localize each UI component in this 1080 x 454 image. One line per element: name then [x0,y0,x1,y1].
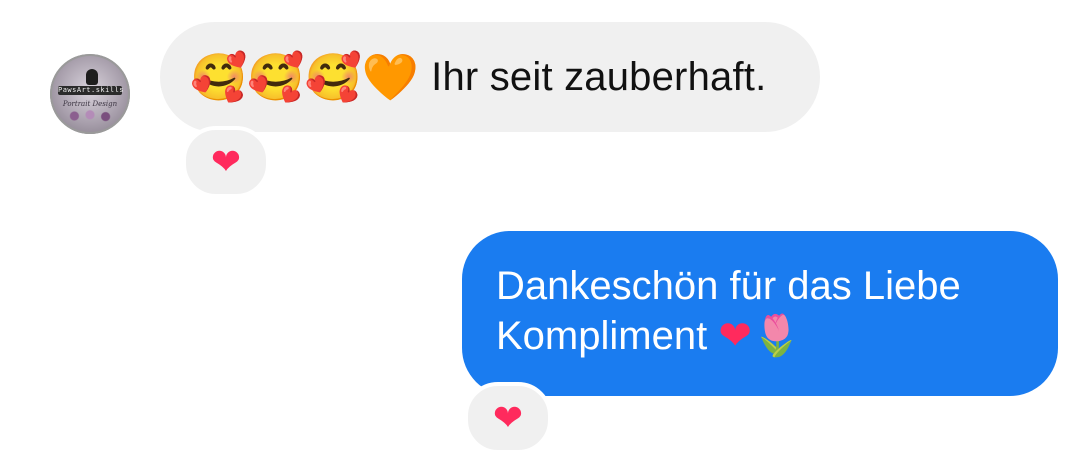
incoming-emoji-row: 🥰 🥰 🥰 🧡 [190,54,419,100]
incoming-reaction-badge[interactable]: ❤ [182,126,270,198]
outgoing-message-bubble[interactable]: Dankeschön für das Liebe Kompliment ❤🌷 [462,231,1058,396]
smiling-face-with-hearts-icon: 🥰 [190,51,248,103]
avatar-script-text: Portrait Design [62,100,118,108]
flowers-decoration-icon [64,110,116,122]
sender-avatar[interactable]: PawsArt.skills Portrait Design [50,54,130,134]
avatar-logo-band: PawsArt.skills [58,86,125,95]
outgoing-message-line-2: Kompliment ❤🌷 [496,311,1028,361]
outgoing-message-line-2-text: Kompliment [496,314,719,358]
incoming-message-bubble[interactable]: 🥰 🥰 🥰 🧡 Ihr seit zauberhaft. [160,22,820,132]
outgoing-message-line-1: Dankeschön für das Liebe [496,264,961,308]
avatar-logo-text: PawsArt.skills [58,86,125,94]
tulip-icon: 🌷 [751,314,802,358]
smiling-face-with-hearts-icon: 🥰 [304,51,362,103]
dog-silhouette-icon [86,69,98,85]
red-heart-icon: ❤ [718,314,752,358]
outgoing-reaction-badge[interactable]: ❤ [464,382,552,454]
incoming-message-text: Ihr seit zauberhaft. [431,54,767,99]
orange-heart-icon: 🧡 [361,51,420,103]
red-heart-icon: ❤ [210,141,242,182]
smiling-face-with-hearts-icon: 🥰 [247,51,305,103]
red-heart-icon: ❤ [492,397,524,438]
